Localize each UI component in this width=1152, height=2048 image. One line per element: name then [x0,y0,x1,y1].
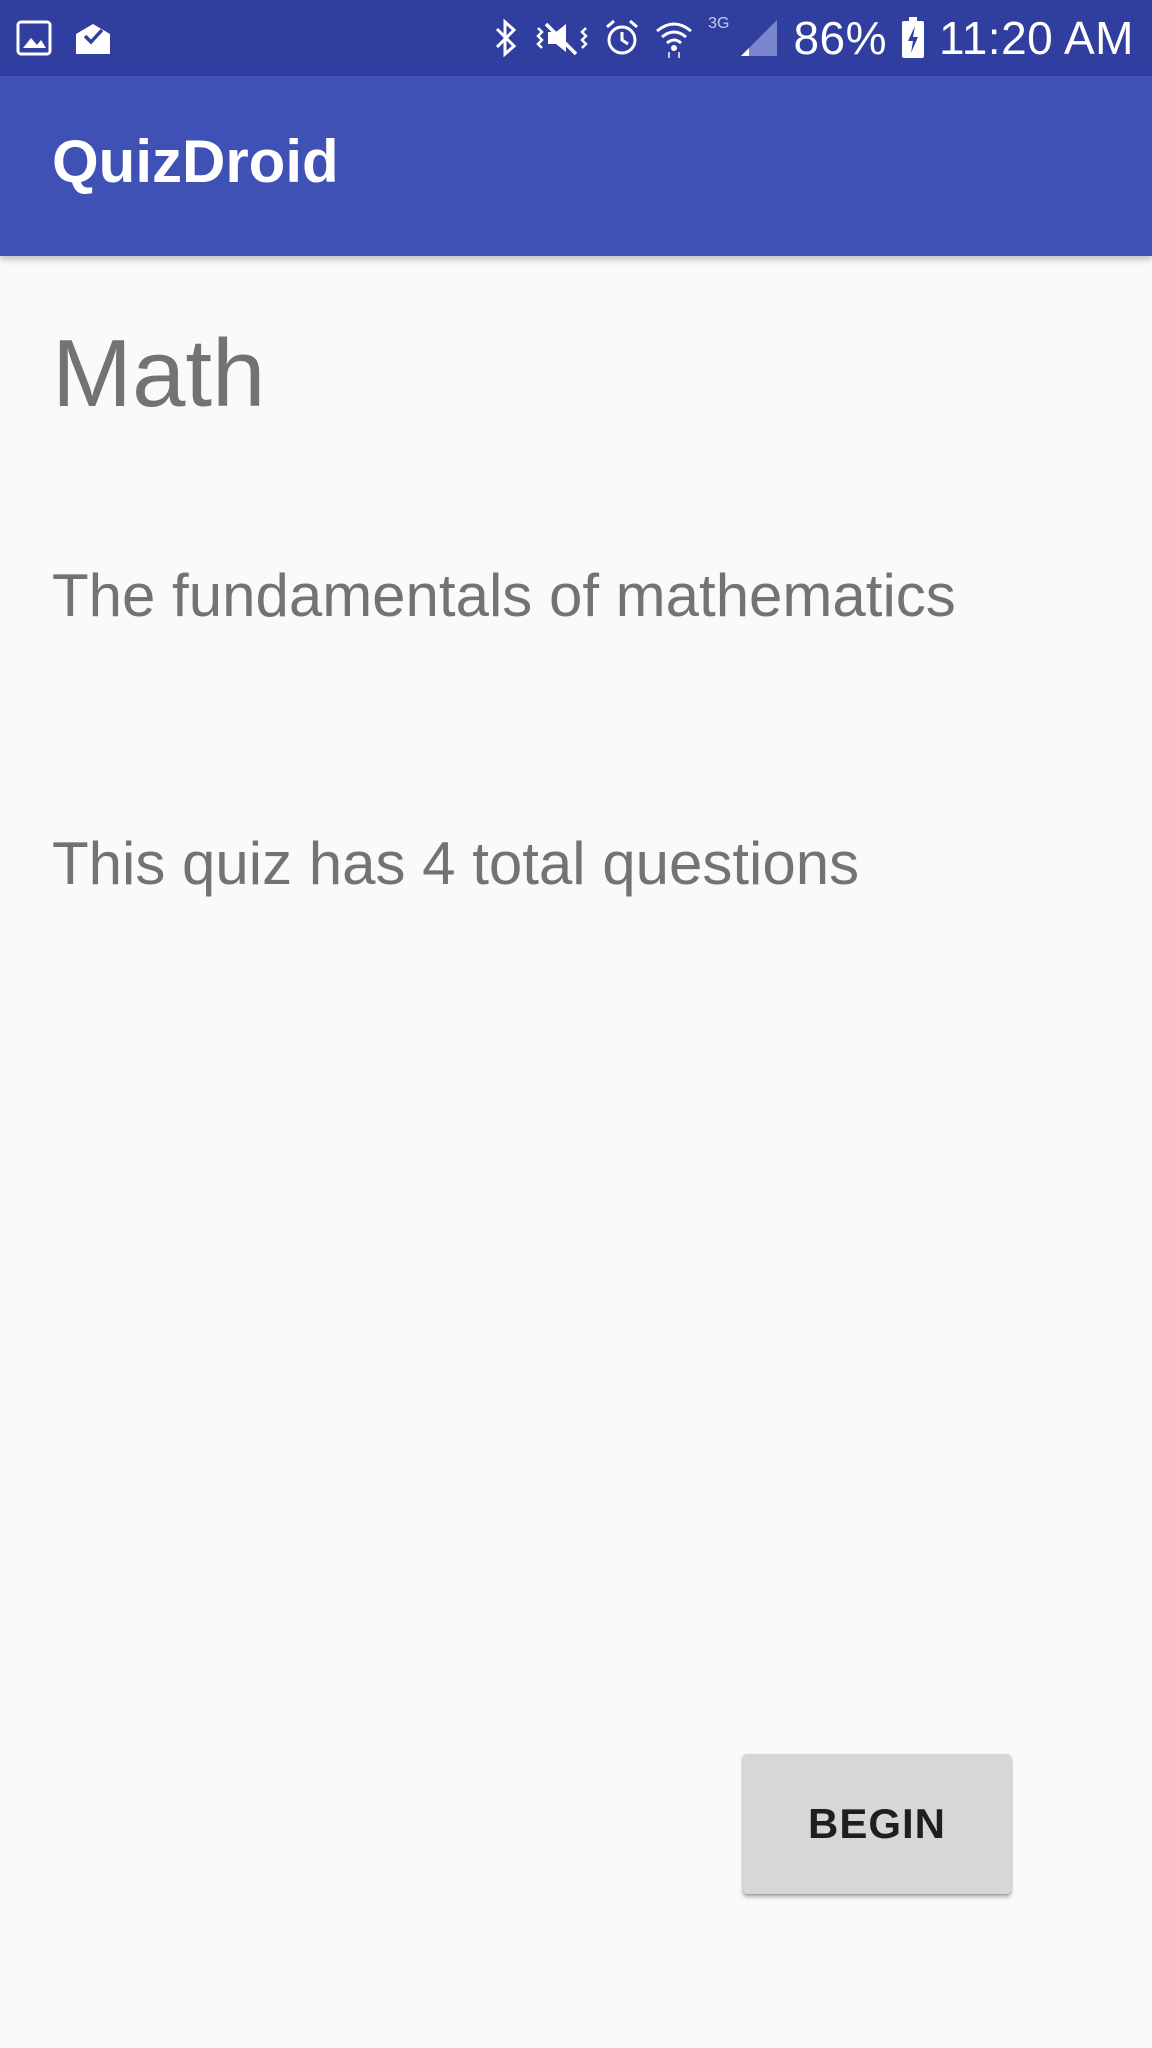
begin-button[interactable]: BEGIN [743,1754,1011,1894]
wifi-icon [654,18,694,58]
quiz-question-count: This quiz has 4 total questions [52,830,860,897]
quiz-title: Math [52,320,266,427]
status-bar: 3G 86% 11:20 AM [0,0,1152,76]
bluetooth-icon [492,18,520,58]
quiz-overview-screen: 3G 86% 11:20 AM QuizDroid Math The funda… [0,0,1152,2048]
vibrate-icon [534,18,590,58]
app-title: QuizDroid [52,128,339,195]
signal-icon [739,18,779,58]
mail-check-icon [74,20,112,56]
battery-charging-icon [901,17,925,59]
network-type-label: 3G [708,15,730,32]
alarm-icon [604,18,640,58]
battery-percent: 86% [793,12,888,64]
quiz-description: The fundamentals of mathematics [52,562,956,629]
gallery-icon [16,20,52,56]
status-right-icons: 3G 86% 11:20 AM [492,0,1134,76]
status-clock: 11:20 AM [939,12,1134,64]
status-left-icons [16,18,112,58]
app-bar: QuizDroid [0,76,1152,256]
